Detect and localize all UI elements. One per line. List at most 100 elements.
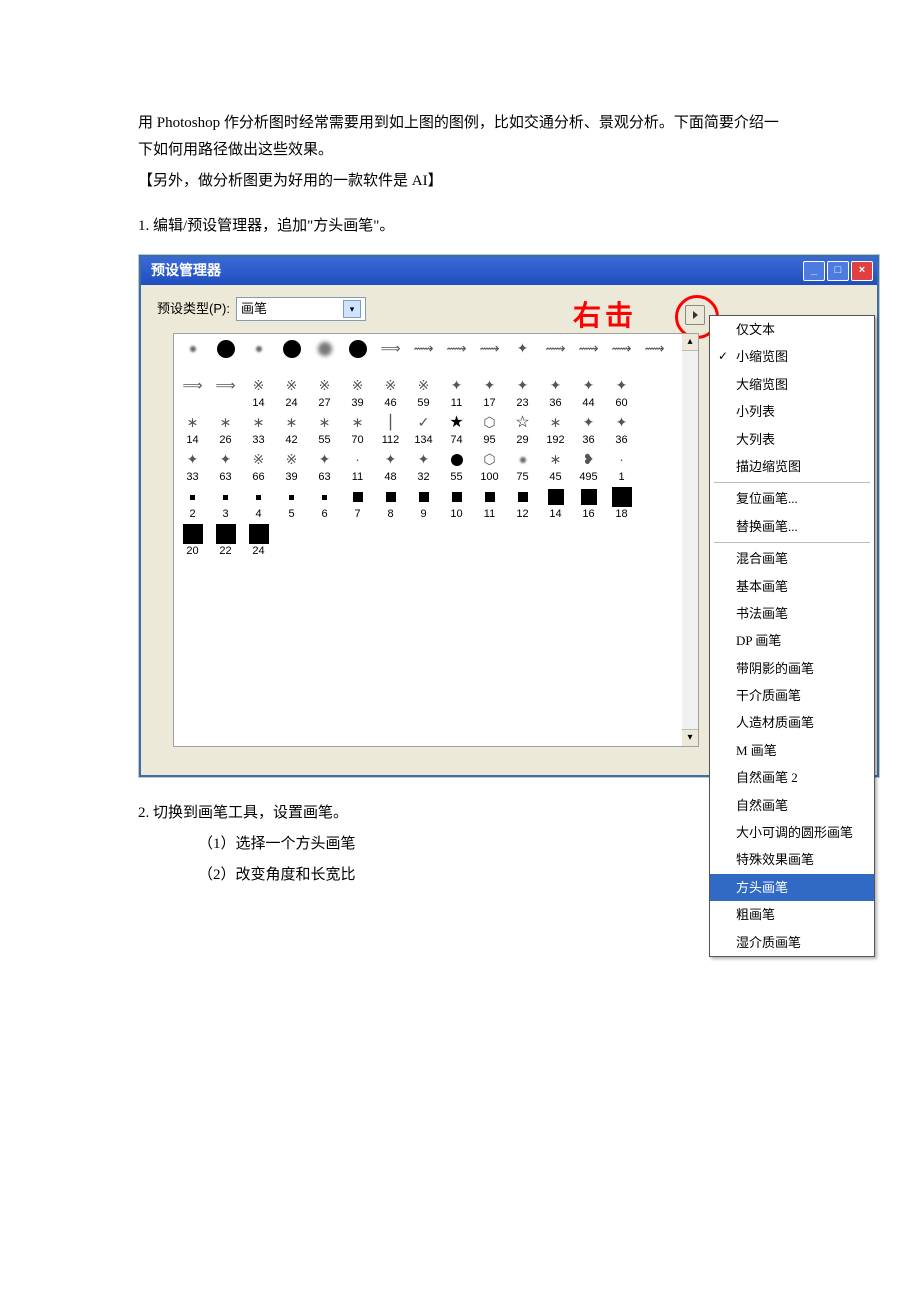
- brush-preset[interactable]: [638, 410, 671, 447]
- menu-item[interactable]: 替换画笔...: [710, 513, 874, 540]
- brush-preset[interactable]: ※66: [242, 447, 275, 484]
- brush-preset[interactable]: 3: [209, 484, 242, 521]
- brush-preset[interactable]: ✓134: [407, 410, 440, 447]
- brush-preset[interactable]: ✦60: [605, 373, 638, 410]
- brush-preset[interactable]: ∗26: [209, 410, 242, 447]
- brush-preset[interactable]: 4: [242, 484, 275, 521]
- brush-preset[interactable]: ✦36: [539, 373, 572, 410]
- menu-item[interactable]: 干介质画笔: [710, 682, 874, 709]
- brush-preset[interactable]: ⟿: [638, 336, 671, 373]
- brush-preset[interactable]: ⟿: [473, 336, 506, 373]
- scroll-up-icon[interactable]: ▴: [682, 334, 698, 351]
- brush-preset[interactable]: 55: [440, 447, 473, 484]
- brush-preset[interactable]: ⬡100: [473, 447, 506, 484]
- brush-preset[interactable]: ∗45: [539, 447, 572, 484]
- minimize-button[interactable]: _: [803, 261, 825, 281]
- menu-item[interactable]: 大缩览图: [710, 371, 874, 398]
- brush-preset[interactable]: [638, 373, 671, 410]
- menu-item[interactable]: 大小可调的圆形画笔: [710, 819, 874, 846]
- brush-preset[interactable]: [341, 336, 374, 373]
- brush-preset[interactable]: [176, 336, 209, 373]
- brush-preset[interactable]: 75: [506, 447, 539, 484]
- brush-preset[interactable]: 14: [539, 484, 572, 521]
- brush-preset[interactable]: ✦11: [440, 373, 473, 410]
- brush-preset[interactable]: [242, 336, 275, 373]
- brush-preset[interactable]: 22: [209, 521, 242, 558]
- menu-item[interactable]: 自然画笔 2: [710, 764, 874, 791]
- brush-preset[interactable]: 9: [407, 484, 440, 521]
- brush-preset[interactable]: ※14: [242, 373, 275, 410]
- menu-item[interactable]: 人造材质画笔: [710, 709, 874, 736]
- menu-item[interactable]: 特殊效果画笔: [710, 846, 874, 873]
- brush-preset[interactable]: ∗55: [308, 410, 341, 447]
- brush-preset[interactable]: ※46: [374, 373, 407, 410]
- brush-preset[interactable]: ·1: [605, 447, 638, 484]
- brush-preset[interactable]: ✦32: [407, 447, 440, 484]
- brush-preset[interactable]: ✦33: [176, 447, 209, 484]
- menu-item[interactable]: 小列表: [710, 398, 874, 425]
- brush-preset[interactable]: 8: [374, 484, 407, 521]
- brush-preset[interactable]: ⬡95: [473, 410, 506, 447]
- brush-preset[interactable]: ✦: [506, 336, 539, 373]
- brush-preset[interactable]: ✦36: [605, 410, 638, 447]
- menu-item[interactable]: 复位画笔...: [710, 485, 874, 512]
- brush-preset[interactable]: ⟿: [572, 336, 605, 373]
- flyout-menu[interactable]: 仅文本✓小缩览图大缩览图小列表大列表描边缩览图复位画笔...替换画笔... 混合画…: [709, 315, 875, 957]
- menu-item[interactable]: 描边缩览图: [710, 453, 874, 480]
- brush-preset[interactable]: 7: [341, 484, 374, 521]
- brush-preset[interactable]: ∗70: [341, 410, 374, 447]
- brush-preset[interactable]: 12: [506, 484, 539, 521]
- menu-item[interactable]: 方头画笔: [710, 874, 874, 901]
- brush-preset[interactable]: ⟿: [539, 336, 572, 373]
- brush-preset[interactable]: [638, 447, 671, 484]
- brush-preset[interactable]: ※39: [275, 447, 308, 484]
- brush-preset[interactable]: ※39: [341, 373, 374, 410]
- brush-preset[interactable]: ☆29: [506, 410, 539, 447]
- menu-item[interactable]: 大列表: [710, 426, 874, 453]
- brush-preset[interactable]: ⟹: [209, 373, 242, 410]
- brush-preset[interactable]: ※27: [308, 373, 341, 410]
- brush-preset[interactable]: 6: [308, 484, 341, 521]
- brush-preset[interactable]: ✦44: [572, 373, 605, 410]
- close-button[interactable]: ×: [851, 261, 873, 281]
- brush-preset[interactable]: 20: [176, 521, 209, 558]
- menu-item[interactable]: 基本画笔: [710, 573, 874, 600]
- menu-item[interactable]: DP 画笔: [710, 627, 874, 654]
- brush-preset[interactable]: [308, 336, 341, 373]
- brush-preset[interactable]: ❥495: [572, 447, 605, 484]
- brush-preset[interactable]: ⟿: [407, 336, 440, 373]
- menu-item[interactable]: 书法画笔: [710, 600, 874, 627]
- brush-preset[interactable]: ·11: [341, 447, 374, 484]
- brush-preset[interactable]: ⎮112: [374, 410, 407, 447]
- brush-preset[interactable]: ✦48: [374, 447, 407, 484]
- brush-preset[interactable]: ※24: [275, 373, 308, 410]
- brush-preset[interactable]: 11: [473, 484, 506, 521]
- brush-preset[interactable]: 16: [572, 484, 605, 521]
- brush-preset[interactable]: ⟿: [605, 336, 638, 373]
- brush-preset[interactable]: ✦17: [473, 373, 506, 410]
- brush-preset[interactable]: ⟹: [176, 373, 209, 410]
- brush-preset[interactable]: ∗42: [275, 410, 308, 447]
- brush-preset[interactable]: 10: [440, 484, 473, 521]
- brush-preset[interactable]: ✦63: [308, 447, 341, 484]
- flyout-menu-button[interactable]: [685, 305, 705, 325]
- brush-preset[interactable]: ∗14: [176, 410, 209, 447]
- menu-item[interactable]: 自然画笔: [710, 792, 874, 819]
- brush-preset[interactable]: 18: [605, 484, 638, 521]
- brush-preset[interactable]: ∗192: [539, 410, 572, 447]
- menu-item[interactable]: ✓小缩览图: [710, 343, 874, 370]
- menu-item[interactable]: 仅文本: [710, 316, 874, 343]
- brush-preset[interactable]: [209, 336, 242, 373]
- brush-preset[interactable]: ∗33: [242, 410, 275, 447]
- brush-preset[interactable]: 5: [275, 484, 308, 521]
- brush-preset[interactable]: ⟹: [374, 336, 407, 373]
- scroll-down-icon[interactable]: ▾: [682, 729, 698, 746]
- brush-preset[interactable]: [638, 484, 671, 521]
- brush-preset[interactable]: ✦36: [572, 410, 605, 447]
- brush-preset[interactable]: 2: [176, 484, 209, 521]
- brush-preset[interactable]: ★74: [440, 410, 473, 447]
- menu-item[interactable]: 混合画笔: [710, 545, 874, 572]
- brush-preset[interactable]: ✦63: [209, 447, 242, 484]
- brush-preset[interactable]: ※59: [407, 373, 440, 410]
- brush-preset[interactable]: ⟿: [440, 336, 473, 373]
